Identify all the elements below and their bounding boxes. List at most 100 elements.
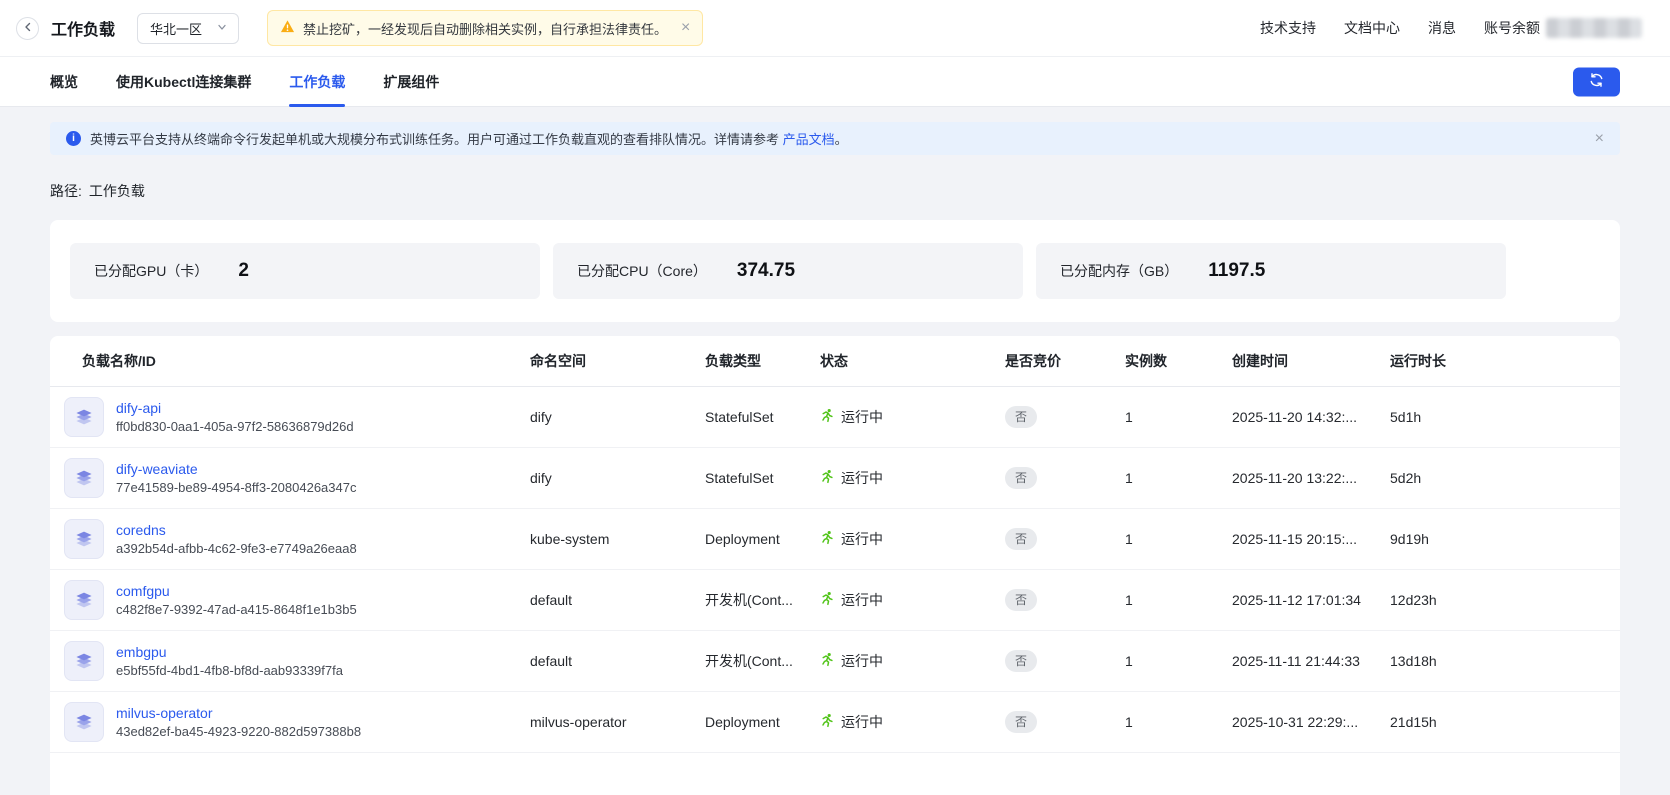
cell-type: StatefulSet: [705, 387, 820, 448]
cell-instances: 1: [1125, 692, 1232, 753]
spot-badge: 否: [1005, 650, 1037, 672]
tabs: 概览 使用Kubectl连接集群 工作负载 扩展组件: [50, 57, 439, 106]
back-button[interactable]: [16, 17, 39, 40]
workload-id: e5bf55fd-4bd1-4fb8-bf8d-aab93339f7fa: [116, 663, 343, 678]
column-header-created: 创建时间: [1232, 336, 1390, 387]
workload-id: ff0bd830-0aa1-405a-97f2-58636879d26d: [116, 419, 354, 434]
info-text-body: 英博云平台支持从终端命令行发起单机或大规模分布式训练任务。用户可通过工作负载直观…: [90, 132, 783, 147]
table-row: dify-api ff0bd830-0aa1-405a-97f2-5863687…: [50, 387, 1620, 448]
running-status-icon: [820, 530, 835, 548]
workload-id: 43ed82ef-ba45-4923-9220-882d597388b8: [116, 724, 361, 739]
tab-overview[interactable]: 概览: [50, 57, 78, 106]
status-cell: 运行中: [820, 468, 883, 488]
stat-cpu-value: 374.75: [737, 260, 795, 282]
cell-duration: 12d23h: [1390, 570, 1620, 631]
tab-kubectl[interactable]: 使用Kubectl连接集群: [116, 57, 251, 106]
warning-text: 禁止挖矿，一经发现后自动删除相关实例，自行承担法律责任。: [303, 19, 667, 38]
refresh-button[interactable]: [1573, 67, 1620, 96]
running-status-icon: [820, 469, 835, 487]
region-select-value: 华北一区: [150, 19, 202, 38]
column-header-duration: 运行时长: [1390, 336, 1620, 387]
cell-namespace: dify: [530, 387, 705, 448]
column-header-type: 负载类型: [705, 336, 820, 387]
breadcrumb-label: 路径:: [50, 181, 82, 201]
warning-icon: [280, 19, 295, 37]
workload-name-link[interactable]: dify-weaviate: [116, 461, 356, 477]
cell-type: 开发机(Cont...: [705, 570, 820, 631]
info-close-icon[interactable]: ×: [1595, 131, 1604, 147]
table-row: coredns a392b54d-afbb-4c62-9fe3-e7749a26…: [50, 509, 1620, 570]
nav-doc-center[interactable]: 文档中心: [1344, 18, 1400, 38]
product-doc-link[interactable]: 产品文档: [783, 132, 835, 147]
cell-created: 2025-11-11 21:44:33: [1232, 631, 1390, 692]
cell-duration: 5d2h: [1390, 448, 1620, 509]
cell-created: 2025-11-15 20:15:...: [1232, 509, 1390, 570]
spot-badge: 否: [1005, 589, 1037, 611]
stat-gpu-label: 已分配GPU（卡）: [94, 261, 208, 281]
cell-type: Deployment: [705, 509, 820, 570]
nav-messages[interactable]: 消息: [1428, 18, 1456, 38]
workload-stack-icon: [64, 458, 104, 498]
tab-workload[interactable]: 工作负载: [289, 57, 345, 106]
cell-created: 2025-11-12 17:01:34: [1232, 570, 1390, 631]
table-row: comfgpu c482f8e7-9392-47ad-a415-8648f1e1…: [50, 570, 1620, 631]
cell-namespace: default: [530, 631, 705, 692]
cell-type: 开发机(Cont...: [705, 631, 820, 692]
stats-card: 已分配GPU（卡） 2 已分配CPU（Core） 374.75 已分配内存（GB…: [50, 220, 1620, 322]
workload-stack-icon: [64, 702, 104, 742]
status-text: 运行中: [841, 407, 883, 427]
workload-name-link[interactable]: dify-api: [116, 400, 354, 416]
main-content: i 英博云平台支持从终端命令行发起单机或大规模分布式训练任务。用户可通过工作负载…: [0, 107, 1670, 795]
column-header-name: 负载名称/ID: [50, 336, 530, 387]
status-cell: 运行中: [820, 407, 883, 427]
cell-type: Deployment: [705, 692, 820, 753]
cell-created: 2025-11-20 14:32:...: [1232, 387, 1390, 448]
running-status-icon: [820, 713, 835, 731]
cell-namespace: dify: [530, 448, 705, 509]
workload-id: 77e41589-be89-4954-8ff3-2080426a347c: [116, 480, 356, 495]
status-text: 运行中: [841, 651, 883, 671]
chevron-left-icon: [22, 21, 34, 36]
workload-stack-icon: [64, 397, 104, 437]
warning-close-icon[interactable]: ×: [681, 20, 690, 36]
status-cell: 运行中: [820, 712, 883, 732]
cell-namespace: kube-system: [530, 509, 705, 570]
running-status-icon: [820, 652, 835, 670]
stat-cpu: 已分配CPU（Core） 374.75: [553, 243, 1023, 299]
cell-created: 2025-11-20 13:22:...: [1232, 448, 1390, 509]
workload-name-link[interactable]: embgpu: [116, 644, 343, 660]
stat-gpu-value: 2: [238, 260, 249, 282]
workload-id: a392b54d-afbb-4c62-9fe3-e7749a26eaa8: [116, 541, 357, 556]
stat-cpu-label: 已分配CPU（Core）: [577, 261, 707, 281]
stat-memory: 已分配内存（GB） 1197.5: [1036, 243, 1506, 299]
spot-badge: 否: [1005, 528, 1037, 550]
workload-name-link[interactable]: milvus-operator: [116, 705, 361, 721]
info-text-suffix: 。: [835, 132, 848, 147]
spot-badge: 否: [1005, 406, 1037, 428]
region-select[interactable]: 华北一区: [137, 13, 239, 44]
tabbar: 概览 使用Kubectl连接集群 工作负载 扩展组件: [0, 57, 1670, 107]
cell-duration: 13d18h: [1390, 631, 1620, 692]
table-body: dify-api ff0bd830-0aa1-405a-97f2-5863687…: [50, 387, 1620, 753]
column-header-status: 状态: [820, 336, 1005, 387]
breadcrumb-value: 工作负载: [89, 181, 145, 201]
account-balance: 账号余额: [1484, 18, 1642, 38]
tab-extensions[interactable]: 扩展组件: [383, 57, 439, 106]
status-cell: 运行中: [820, 529, 883, 549]
table-row: milvus-operator 43ed82ef-ba45-4923-9220-…: [50, 692, 1620, 753]
info-icon: i: [66, 131, 81, 146]
status-text: 运行中: [841, 468, 883, 488]
column-header-spot: 是否竞价: [1005, 336, 1125, 387]
workload-name-link[interactable]: comfgpu: [116, 583, 357, 599]
refresh-icon: [1589, 73, 1604, 91]
balance-label: 账号余额: [1484, 18, 1540, 38]
top-nav: 技术支持 文档中心 消息 账号余额: [1260, 18, 1642, 38]
nav-tech-support[interactable]: 技术支持: [1260, 18, 1316, 38]
status-cell: 运行中: [820, 590, 883, 610]
info-text: 英博云平台支持从终端命令行发起单机或大规模分布式训练任务。用户可通过工作负载直观…: [90, 129, 1580, 148]
page-title: 工作负载: [51, 16, 115, 40]
cell-instances: 1: [1125, 631, 1232, 692]
table-row: embgpu e5bf55fd-4bd1-4fb8-bf8d-aab93339f…: [50, 631, 1620, 692]
workload-name-link[interactable]: coredns: [116, 522, 357, 538]
status-cell: 运行中: [820, 651, 883, 671]
